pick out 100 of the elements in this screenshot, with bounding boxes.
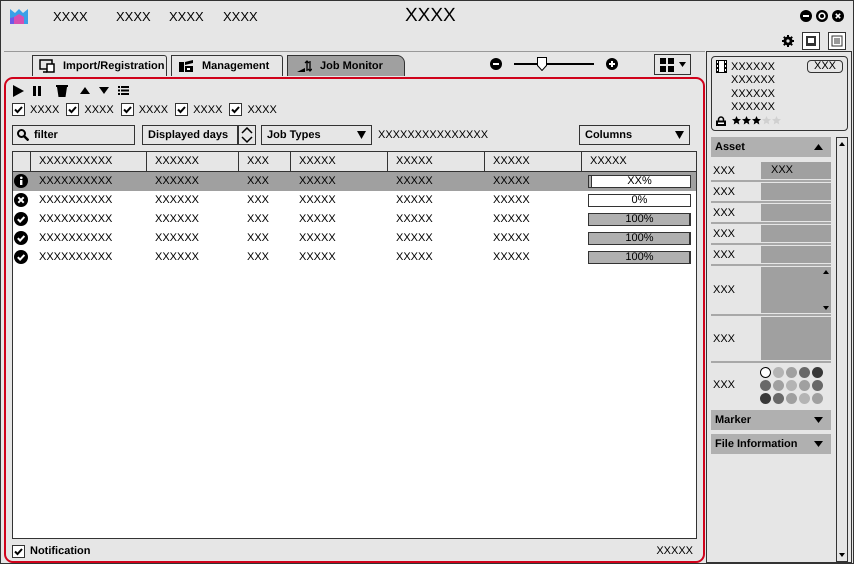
color-swatch[interactable] [773,367,784,378]
trash-icon[interactable] [56,84,68,97]
table-cell-text: XXXXX [298,232,337,244]
scrollbar[interactable] [836,137,848,562]
star-icon[interactable] [762,116,771,126]
checkbox[interactable] [12,103,25,116]
tab[interactable]: Import/Registration [32,55,167,76]
up-icon[interactable] [80,87,90,94]
caret-icon [679,62,686,67]
column-header[interactable]: XXXXXXXXXX [31,152,147,171]
checkbox-label: XXXX [84,104,114,116]
down-icon[interactable] [99,87,109,94]
star-icon[interactable] [732,116,741,126]
table-cell-text: XXXXXX [154,175,200,188]
color-swatch[interactable] [760,367,771,378]
table-row[interactable]: XXXXXXXXXX XXXXXX XXX XXXXX XXXXX XXXXX XX% [13,172,696,191]
star-icon[interactable] [752,116,761,126]
list-view-icon[interactable] [828,32,846,50]
color-swatch[interactable] [799,380,810,391]
zoom-in-icon[interactable] [606,58,618,70]
layout-button[interactable] [654,54,691,75]
table-cell-text: XXXXXX [154,194,200,206]
column-header[interactable]: XXX [239,152,291,171]
text-field[interactable] [761,204,831,221]
tab[interactable]: Management [171,55,283,76]
tab[interactable]: Job Monitor [287,55,405,76]
field-label: XXX [712,206,736,218]
text-field[interactable] [761,183,831,200]
checkbox-label: XXXX [138,104,168,116]
menu-item[interactable]: XXXX [169,8,223,24]
color-swatch[interactable] [773,393,784,404]
pause-icon[interactable] [33,86,41,96]
close-icon[interactable] [832,10,844,22]
clip-info: XXXXXX [731,101,776,114]
color-swatch[interactable] [773,380,784,391]
scroll-up-icon[interactable] [823,270,829,274]
color-swatch[interactable] [786,380,797,391]
search-field[interactable]: filter [12,124,135,145]
checkbox[interactable] [229,103,242,116]
color-swatch[interactable] [799,367,810,378]
table-cell-text: XXXXXXXXXX [38,194,114,206]
color-swatch[interactable] [786,393,797,404]
table-cell-text: XXXXX [298,251,337,264]
text-field[interactable] [761,225,831,242]
field-label: XXX [712,186,736,198]
checkbox[interactable] [66,103,80,116]
column-header[interactable]: XXXXX [388,152,485,171]
column-header[interactable]: XXXXXX [147,152,239,171]
checkbox[interactable] [12,544,25,558]
maximize-icon[interactable] [816,10,828,22]
scroll-down-icon[interactable] [839,553,845,557]
minimize-icon[interactable] [800,10,812,22]
table-cell-text: XXX [246,213,270,226]
section-header[interactable]: File Information [711,434,831,454]
column-header[interactable]: XXXXX [291,152,388,171]
scroll-down-icon[interactable] [823,306,829,310]
table-row[interactable]: XXXXXXXXXX XXXXXX XXX XXXXX XXXXX XXXXX 0% [13,190,696,210]
days-field[interactable]: Displayed days [142,124,238,145]
search-icon [17,128,29,141]
progress-bar: 100% [588,212,691,226]
checkbox-label: XXXX [193,104,222,116]
panel-view-icon[interactable] [802,32,820,50]
table-row[interactable]: XXXXXXXXXX XXXXXX XXX XXXXX XXXXX XXXXX 100% [13,210,696,229]
scroll-up-icon[interactable] [839,142,845,146]
color-swatch[interactable] [812,380,823,391]
status-text: XXXXX [656,545,693,558]
star-icon[interactable] [742,116,751,126]
table-row[interactable]: XXXXXXXXXX XXXXXX XXX XXXXX XXXXX XXXXX 100% [13,228,696,248]
menu-item[interactable]: XXXX [116,8,169,24]
slider-thumb[interactable] [537,57,547,71]
color-swatch[interactable] [760,380,771,391]
section-header[interactable]: Asset [711,137,831,157]
color-swatch[interactable] [812,367,823,378]
color-swatch[interactable] [786,367,797,378]
list-icon[interactable] [118,86,129,96]
list-field[interactable] [761,267,831,313]
color-swatch[interactable] [760,393,771,404]
checkbox[interactable] [120,103,134,116]
column-header[interactable]: XXXXX [582,152,696,171]
text-field[interactable]: XXX [761,162,831,179]
lock-icon [716,116,726,126]
checkbox[interactable] [175,103,188,116]
menu-item[interactable]: XXXX [53,8,116,24]
column-header[interactable]: XXXXX [485,152,582,171]
play-icon[interactable] [13,84,24,97]
settings-icon[interactable] [782,35,794,47]
field-label: XXX [712,228,736,240]
spinner-icon[interactable] [238,124,256,145]
color-swatch[interactable] [812,393,823,404]
color-swatch[interactable] [799,393,810,404]
table-row[interactable]: XXXXXXXXXX XXXXXX XXX XXXXX XXXXX XXXXX 100% [13,248,696,267]
job-types-dropdown[interactable]: Job Types [261,124,372,145]
menu-item[interactable]: XXXX [223,8,277,24]
caret-down-icon [814,417,823,423]
section-header[interactable]: Marker [711,410,831,430]
zoom-out-icon[interactable] [490,58,502,70]
text-field[interactable] [761,246,831,263]
summary-text: XXXXXXXXXXXXXXX [378,128,488,141]
table-cell-text: XXXXX [395,194,434,206]
columns-dropdown[interactable]: Columns [579,124,690,145]
